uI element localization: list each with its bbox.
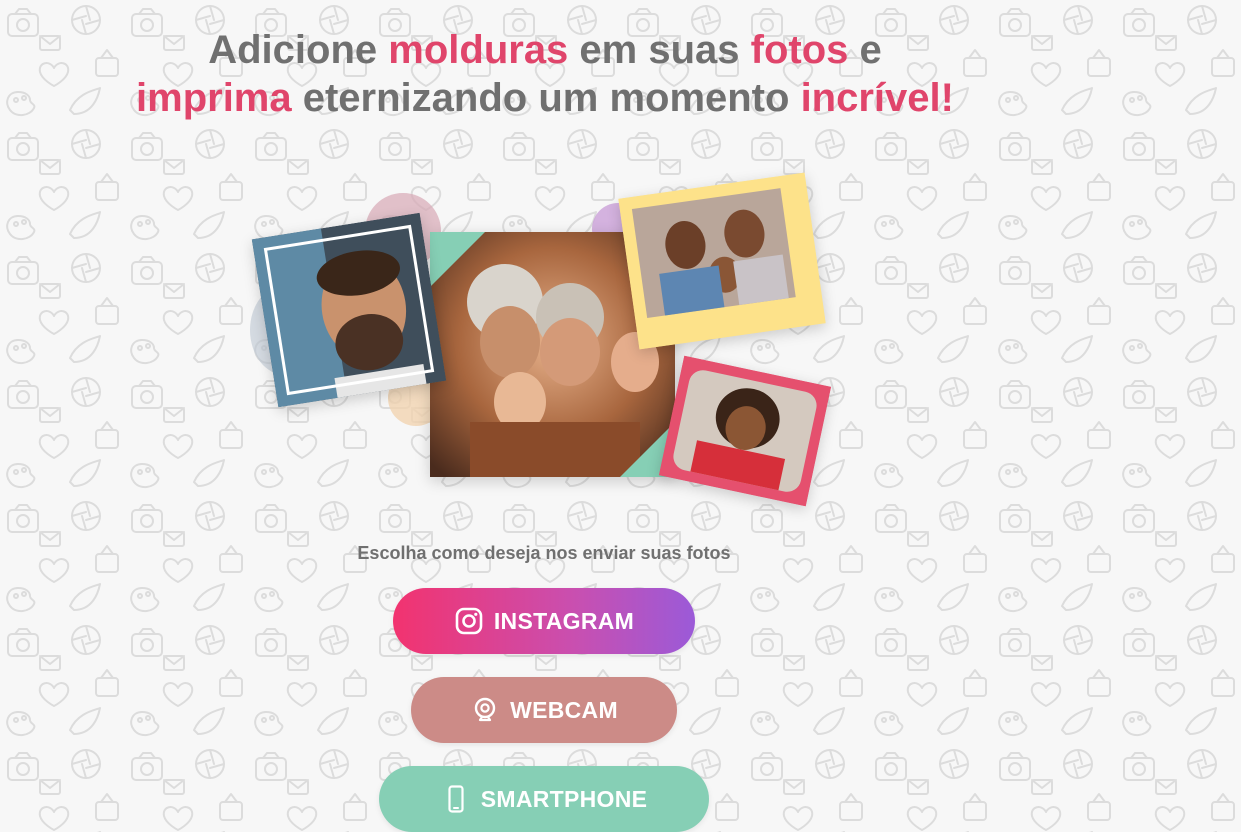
- headline-text: eternizando um momento: [291, 76, 801, 120]
- webcam-button-label: WEBCAM: [510, 696, 618, 723]
- smartphone-button-label: SMARTPHONE: [480, 785, 648, 812]
- instagram-icon: [454, 606, 484, 636]
- headline-line-1: Adicione molduras em suas fotos e: [0, 26, 1090, 74]
- man-photo: [251, 212, 447, 408]
- smartphone-icon: [441, 784, 471, 814]
- headline-accent-text: incrível!: [800, 76, 954, 120]
- headline-line-2: imprima eternizando um momento incrível!: [0, 74, 1090, 122]
- headline-text: Adicione: [208, 28, 389, 72]
- headline-text: e: [848, 28, 882, 72]
- instagram-button[interactable]: INSTAGRAM: [393, 588, 695, 654]
- instagram-button-label: INSTAGRAM: [493, 607, 635, 634]
- headline-accent-text: molduras: [388, 28, 569, 72]
- headline-text: em suas: [568, 28, 751, 72]
- page-headline: Adicione molduras em suas fotos e imprim…: [0, 26, 1090, 122]
- webcam-button[interactable]: WEBCAM: [411, 677, 677, 743]
- polaroid-photo: [618, 172, 826, 350]
- woman-photo: [658, 355, 832, 507]
- smartphone-button[interactable]: SMARTPHONE: [379, 766, 709, 832]
- photo-collage: [250, 172, 850, 520]
- headline-accent-text: fotos: [750, 28, 849, 72]
- webcam-icon: [470, 695, 500, 725]
- upload-prompt: Escolha como deseja nos enviar suas foto…: [357, 543, 731, 563]
- headline-accent-text: imprima: [136, 76, 292, 120]
